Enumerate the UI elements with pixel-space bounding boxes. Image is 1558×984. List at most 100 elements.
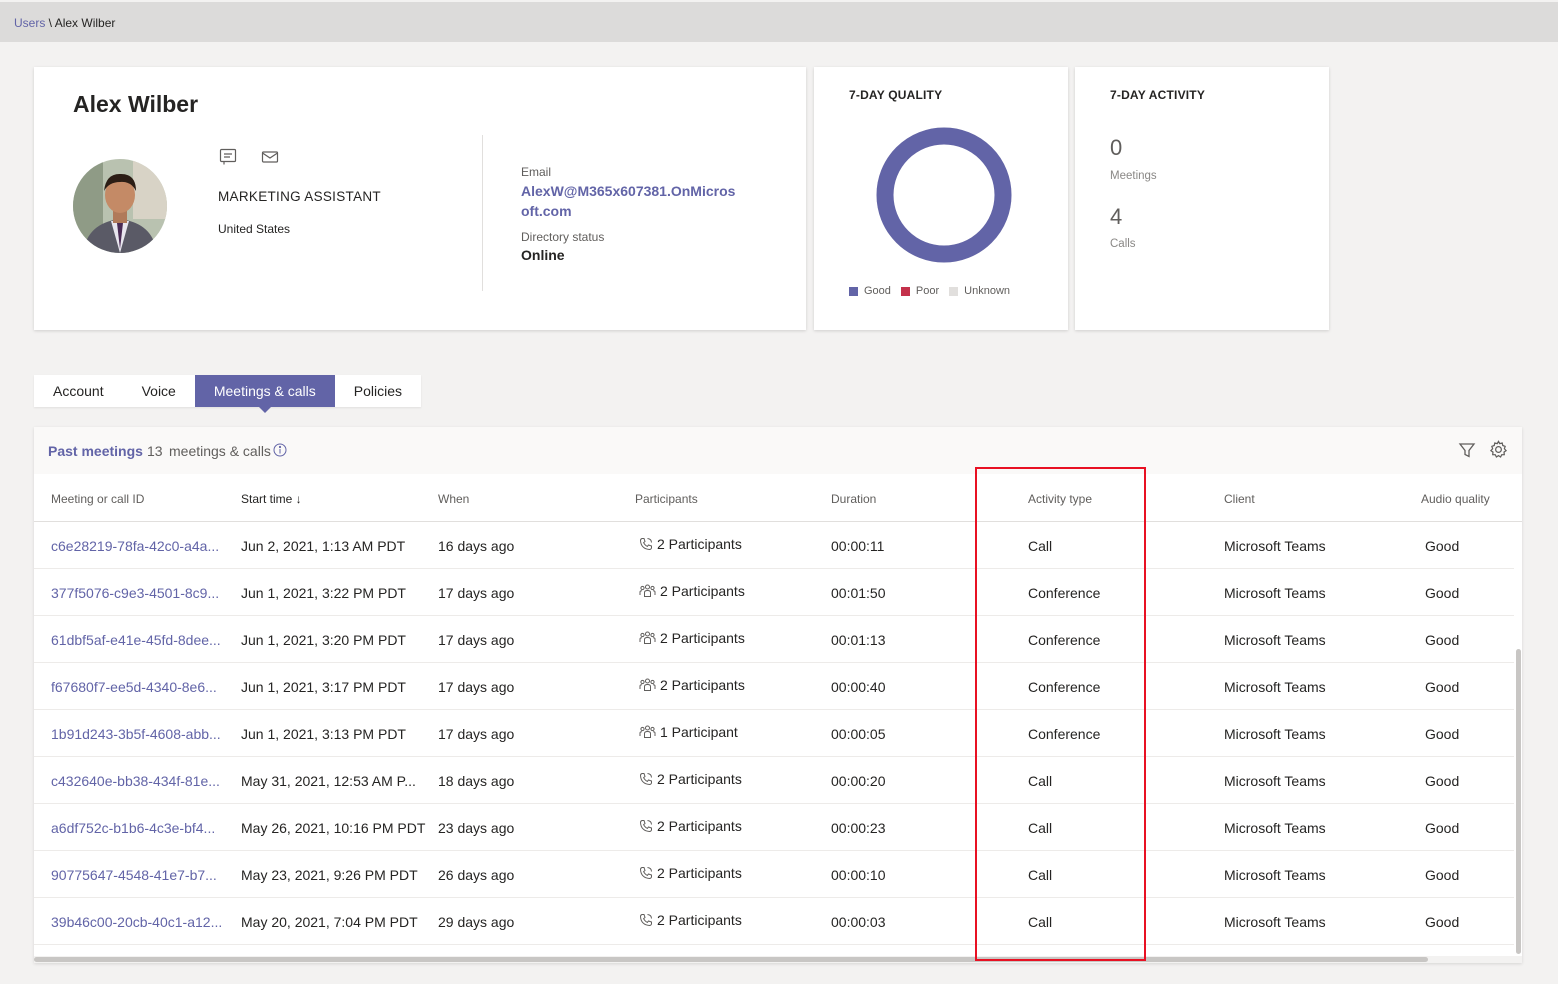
duration-cell: 00:01:50 xyxy=(831,585,886,601)
table-row[interactable]: 90775647-4548-41e7-b7... May 23, 2021, 9:… xyxy=(34,851,1514,898)
client-cell: Microsoft Teams xyxy=(1224,726,1326,742)
col-header-start-time[interactable]: Start time ↓ xyxy=(241,492,302,506)
table-header-row: Meeting or call ID Start time ↓ When Par… xyxy=(34,474,1522,522)
activity-type-cell: Call xyxy=(1028,867,1053,883)
when-cell: 17 days ago xyxy=(438,585,515,601)
audio-quality-cell: Good xyxy=(1425,867,1460,883)
tab-account[interactable]: Account xyxy=(34,375,123,407)
activity-type-cell: Call xyxy=(1028,820,1053,836)
meeting-id-link[interactable]: c6e28219-78fa-42c0-a4a... xyxy=(51,538,219,554)
breadcrumb: Users \ Alex Wilber xyxy=(14,16,115,30)
meeting-id-link[interactable]: a6df752c-b1b6-4c3e-bf4... xyxy=(51,820,215,836)
when-cell: 17 days ago xyxy=(438,679,515,695)
meeting-id-link[interactable]: f67680f7-ee5d-4340-8e6... xyxy=(51,679,217,695)
calls-label: Calls xyxy=(1110,238,1136,250)
phone-icon xyxy=(639,866,653,880)
mail-icon[interactable] xyxy=(260,147,280,167)
audio-quality-cell: Good xyxy=(1425,632,1460,648)
legend-item-poor: Poor xyxy=(900,285,939,297)
calls-count: 4 xyxy=(1110,204,1123,229)
participants-count: 2 Participants xyxy=(657,912,742,928)
col-header-meeting-id[interactable]: Meeting or call ID xyxy=(51,492,144,506)
col-header-when[interactable]: When xyxy=(438,492,469,506)
info-icon[interactable] xyxy=(273,443,287,457)
meetings-label: Meetings xyxy=(1110,170,1157,182)
audio-quality-cell: Good xyxy=(1425,914,1460,930)
activity-type-cell: Call xyxy=(1028,773,1053,789)
meeting-id-link[interactable]: 90775647-4548-41e7-b7... xyxy=(51,867,217,883)
col-header-activity-type[interactable]: Activity type xyxy=(1028,492,1092,506)
legend-label-good: Good xyxy=(864,285,891,297)
participants-cell: 2 Participants xyxy=(639,818,742,834)
meeting-id-link[interactable]: 61dbf5af-e41e-45fd-8dee... xyxy=(51,632,221,648)
people-icon xyxy=(639,631,656,645)
breadcrumb-users-link[interactable]: Users xyxy=(14,16,45,30)
vertical-scrollbar[interactable] xyxy=(1516,649,1521,954)
start-time-cell: May 20, 2021, 7:04 PM PDT xyxy=(241,914,418,930)
meetings-count-label: meetings & calls xyxy=(169,443,271,459)
country: United States xyxy=(218,222,291,236)
participants-cell: 2 Participants xyxy=(639,865,742,881)
activity-type-cell: Conference xyxy=(1028,632,1101,648)
meeting-id-link[interactable]: c432640e-bb38-434f-81e... xyxy=(51,773,220,789)
people-icon xyxy=(639,584,656,598)
duration-cell: 00:00:40 xyxy=(831,679,886,695)
audio-quality-cell: Good xyxy=(1425,679,1460,695)
meeting-id-link[interactable]: 39b46c00-20cb-40c1-a12... xyxy=(51,914,222,930)
meeting-id-link[interactable]: 377f5076-c9e3-4501-8c9... xyxy=(51,585,219,601)
table-row[interactable]: 61dbf5af-e41e-45fd-8dee... Jun 1, 2021, 3… xyxy=(34,616,1514,663)
participants-cell: 2 Participants xyxy=(639,583,745,599)
duration-cell: 00:00:11 xyxy=(831,538,885,554)
start-time-cell: Jun 1, 2021, 3:20 PM PDT xyxy=(241,632,406,648)
breadcrumb-current: Alex Wilber xyxy=(54,16,116,30)
client-cell: Microsoft Teams xyxy=(1224,538,1326,554)
table-row[interactable]: c6e28219-78fa-42c0-a4a... Jun 2, 2021, 1:… xyxy=(34,522,1514,569)
chat-icon[interactable] xyxy=(218,147,238,167)
duration-cell: 00:00:23 xyxy=(831,820,886,836)
quality-legend: Good Poor Unknown xyxy=(849,285,1010,297)
gear-icon[interactable] xyxy=(1489,440,1508,459)
legend-item-unknown: Unknown xyxy=(949,285,1010,297)
audio-quality-cell: Good xyxy=(1425,773,1460,789)
activity-type-cell: Call xyxy=(1028,914,1053,930)
start-time-cell: Jun 1, 2021, 3:17 PM PDT xyxy=(241,679,406,695)
client-cell: Microsoft Teams xyxy=(1224,585,1326,601)
horizontal-scrollbar[interactable] xyxy=(34,957,1428,962)
table-row[interactable]: a6df752c-b1b6-4c3e-bf4... May 26, 2021, 1… xyxy=(34,804,1514,851)
col-header-duration[interactable]: Duration xyxy=(831,492,876,506)
meeting-id-link[interactable]: 1b91d243-3b5f-4608-abb... xyxy=(51,726,221,742)
legend-swatch-good xyxy=(849,286,858,296)
when-cell: 26 days ago xyxy=(438,867,515,883)
tab-policies[interactable]: Policies xyxy=(335,375,421,407)
table-row[interactable]: 377f5076-c9e3-4501-8c9... Jun 1, 2021, 3:… xyxy=(34,569,1514,616)
tab-voice[interactable]: Voice xyxy=(123,375,195,407)
participants-count: 2 Participants xyxy=(660,583,745,599)
when-cell: 16 days ago xyxy=(438,538,515,554)
tab-meetings-calls[interactable]: Meetings & calls xyxy=(194,375,335,413)
breadcrumb-bar: Users \ Alex Wilber xyxy=(0,0,1558,42)
client-cell: Microsoft Teams xyxy=(1224,820,1326,836)
start-time-cell: May 26, 2021, 10:16 PM PDT xyxy=(241,820,426,836)
activity-card-title: 7-DAY ACTIVITY xyxy=(1110,88,1206,102)
table-row[interactable]: 1b91d243-3b5f-4608-abb... Jun 1, 2021, 3:… xyxy=(34,710,1514,757)
table-row[interactable]: 39b46c00-20cb-40c1-a12... May 20, 2021, 7… xyxy=(34,898,1514,945)
col-header-participants[interactable]: Participants xyxy=(635,492,698,506)
email-link[interactable]: AlexW@M365x607381.OnMicrosoft.com xyxy=(521,181,736,221)
activity-type-cell: Conference xyxy=(1028,726,1101,742)
col-header-audio-quality[interactable]: Audio quality xyxy=(1421,492,1490,506)
activity-card: 7-DAY ACTIVITY 0 Meetings 4 Calls xyxy=(1075,67,1329,330)
table-row[interactable]: c432640e-bb38-434f-81e... May 31, 2021, 1… xyxy=(34,757,1514,804)
quality-card-title: 7-DAY QUALITY xyxy=(849,88,943,102)
participants-count: 2 Participants xyxy=(657,818,742,834)
phone-icon xyxy=(639,913,653,927)
breadcrumb-separator: \ xyxy=(45,16,55,30)
user-name: Alex Wilber xyxy=(73,91,199,117)
col-header-client[interactable]: Client xyxy=(1224,492,1255,506)
table-row[interactable]: f67680f7-ee5d-4340-8e6... Jun 1, 2021, 3:… xyxy=(34,663,1514,710)
filter-icon[interactable] xyxy=(1458,441,1476,459)
start-time-cell: May 23, 2021, 9:26 PM PDT xyxy=(241,867,418,883)
client-cell: Microsoft Teams xyxy=(1224,632,1326,648)
table-body: c6e28219-78fa-42c0-a4a... Jun 2, 2021, 1:… xyxy=(34,522,1514,945)
quality-card: 7-DAY QUALITY Good Poor Unknown xyxy=(814,67,1068,330)
start-time-cell: Jun 2, 2021, 1:13 AM PDT xyxy=(241,538,406,554)
